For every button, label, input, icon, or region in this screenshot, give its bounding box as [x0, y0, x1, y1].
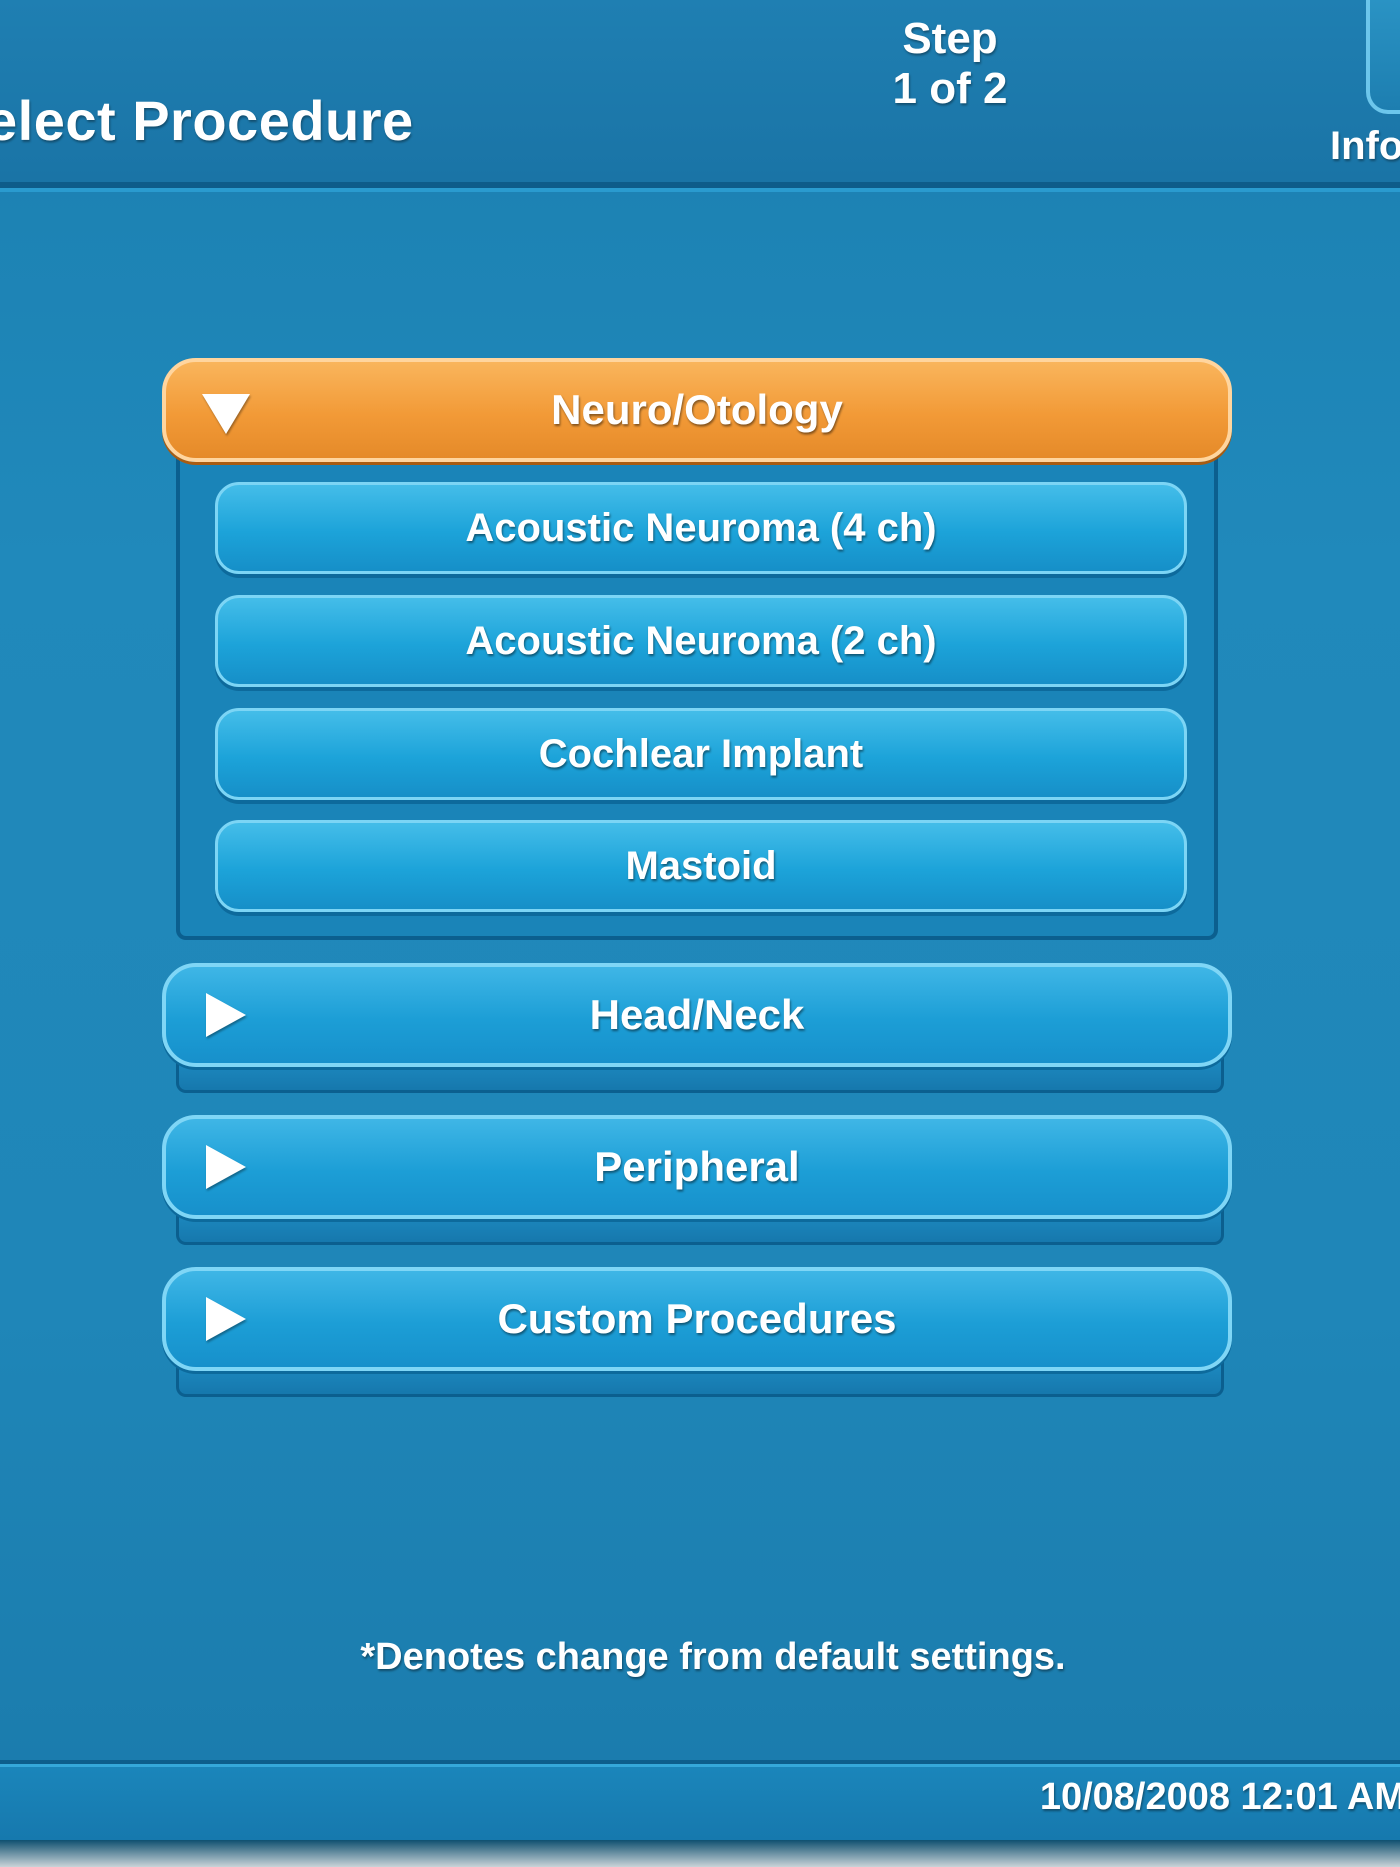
expand-down-arrow-icon — [202, 394, 250, 434]
step-value: 1 of 2 — [892, 64, 1008, 113]
procedure-label: Acoustic Neuroma (2 ch) — [465, 618, 937, 663]
screen: elect Procedure Step 1 of 2 Info Neuro/O… — [0, 0, 1400, 1867]
page-title: elect Procedure — [0, 89, 414, 152]
procedure-label: Acoustic Neuroma (4 ch) — [465, 505, 937, 550]
footnote: *Denotes change from default settings. — [360, 1636, 1066, 1678]
datetime: 10/08/2008 12:01 AM — [1039, 1776, 1400, 1818]
procedure-acoustic-neuroma-4ch-button[interactable]: Acoustic Neuroma (4 ch) — [215, 482, 1187, 574]
info-button[interactable] — [1366, 0, 1400, 114]
expand-right-arrow-icon — [206, 993, 246, 1037]
procedure-mastoid-button[interactable]: Mastoid — [215, 820, 1187, 912]
category-label: Custom Procedures — [497, 1295, 897, 1342]
category-label: Neuro/Otology — [551, 386, 843, 433]
category-label: Peripheral — [594, 1143, 800, 1190]
expand-right-arrow-icon — [206, 1297, 246, 1341]
category-peripheral[interactable]: Peripheral — [162, 1115, 1232, 1219]
info-label: Info — [1330, 124, 1400, 168]
category-custom-procedures[interactable]: Custom Procedures — [162, 1267, 1232, 1371]
category-neuro-otology[interactable]: Neuro/Otology — [162, 358, 1232, 462]
step-indicator: Step 1 of 2 — [880, 14, 1020, 114]
procedure-label: Cochlear Implant — [538, 731, 864, 776]
step-label: Step — [902, 14, 998, 63]
procedure-acoustic-neuroma-2ch-button[interactable]: Acoustic Neuroma (2 ch) — [215, 595, 1187, 687]
procedure-label: Mastoid — [625, 843, 777, 888]
category-label: Head/Neck — [589, 991, 805, 1038]
category-head-neck[interactable]: Head/Neck — [162, 963, 1232, 1067]
screen-bezel — [0, 1840, 1400, 1867]
expand-right-arrow-icon — [206, 1145, 246, 1189]
procedure-cochlear-implant-button[interactable]: Cochlear Implant — [215, 708, 1187, 800]
